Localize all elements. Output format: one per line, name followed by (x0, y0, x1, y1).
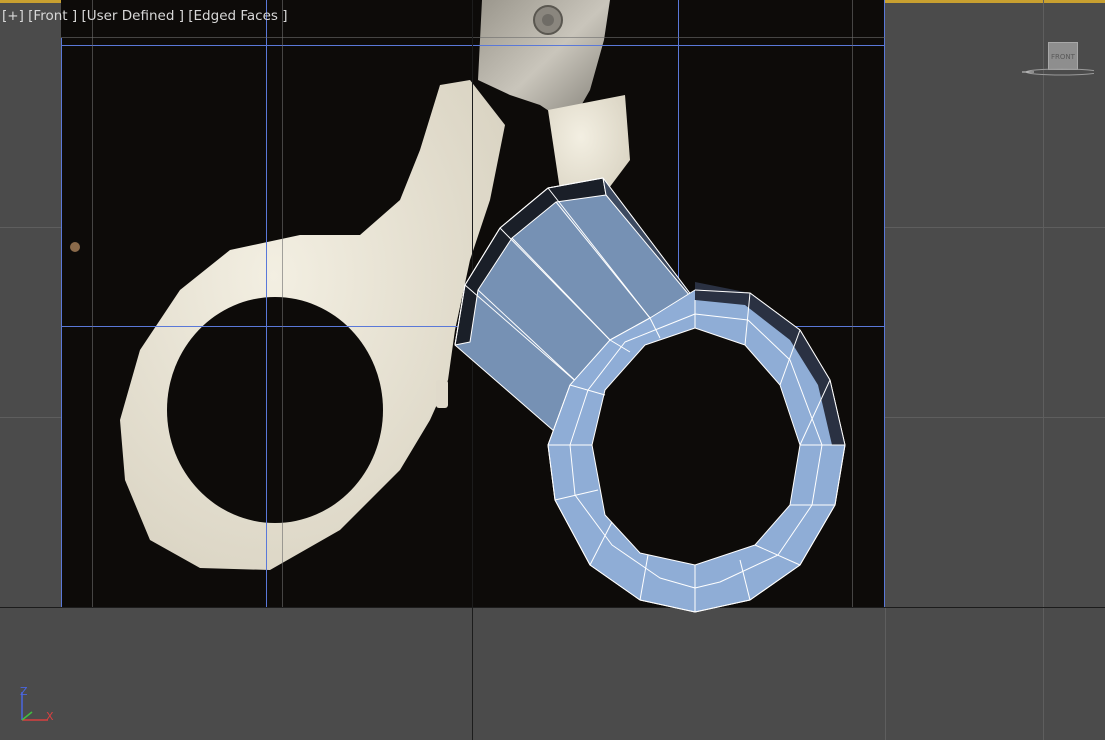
viewport-view-menu[interactable]: [Front ] (28, 8, 77, 24)
viewcube-front-face[interactable]: FRONT (1048, 42, 1078, 70)
axis-x-label: X (46, 710, 54, 723)
viewport-label-menu: [+] [Front ] [User Defined ] [Edged Face… (2, 8, 288, 24)
axis-z-label: Z (20, 685, 28, 698)
viewport-shading-menu[interactable]: [User Defined ] (81, 8, 184, 24)
viewcube[interactable]: FRONT (1022, 38, 1094, 80)
axis-tripod-gizmo: Z X (12, 682, 62, 727)
viewport-display-menu[interactable]: [Edged Faces ] (188, 8, 287, 24)
viewport-general-menu[interactable]: [+] (2, 8, 24, 24)
viewcube-compass-ring[interactable] (1022, 68, 1094, 76)
handle-mesh[interactable] (0, 0, 1105, 740)
front-viewport[interactable]: [+] [Front ] [User Defined ] [Edged Face… (0, 0, 1105, 740)
